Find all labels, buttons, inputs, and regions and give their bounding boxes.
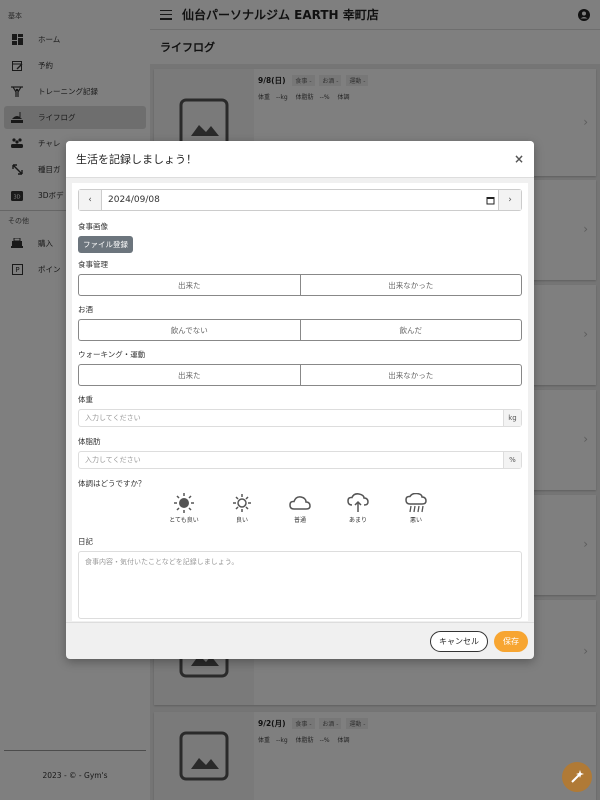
sun-filled-icon — [174, 493, 194, 513]
body-fat-label: 体脂肪 — [78, 437, 101, 446]
next-date-button[interactable]: › — [498, 190, 521, 210]
condition-bad[interactable]: 悪い — [387, 493, 445, 524]
body-fat-unit: % — [503, 452, 521, 468]
close-icon[interactable]: × — [514, 152, 524, 166]
exercise-not-done-option[interactable]: 出来なかった — [299, 364, 522, 386]
modal-footer: キャンセル 保存 — [66, 622, 534, 659]
sun-outline-icon — [233, 493, 251, 513]
record-life-modal: 生活を記録しましょう！ × ‹ 2024/09/08 › 食事画像 ファイル登録… — [66, 141, 534, 659]
exercise-done-option[interactable]: 出来た — [78, 364, 300, 386]
cloud-drizzle-icon — [347, 493, 369, 513]
date-input[interactable]: 2024/09/08 — [102, 190, 482, 210]
modal-header: 生活を記録しましょう！ × — [66, 141, 534, 178]
condition-label: 良い — [235, 517, 248, 524]
condition-label: とても良い — [169, 517, 199, 524]
cloud-icon — [289, 493, 311, 513]
modal-title: 生活を記録しましょう！ — [76, 153, 197, 166]
add-log-button[interactable] — [562, 762, 592, 792]
weight-field: 入力してください kg — [78, 409, 522, 427]
condition-not-great[interactable]: あまり — [329, 493, 387, 524]
meal-image-label: 食事画像 — [78, 222, 108, 231]
weight-label: 体重 — [78, 395, 93, 404]
diary-label: 日記 — [78, 537, 93, 546]
condition-label: 悪い — [409, 517, 422, 524]
meal-done-option[interactable]: 出来た — [78, 274, 300, 296]
prev-date-button[interactable]: ‹ — [79, 190, 102, 210]
condition-good[interactable]: 良い — [213, 493, 271, 524]
alcohol-label: お酒 — [78, 305, 93, 314]
save-button[interactable]: 保存 — [494, 630, 528, 652]
condition-question: 体調はどうですか？ — [78, 479, 146, 488]
body-fat-input[interactable]: 入力してください — [79, 452, 503, 468]
condition-very-good[interactable]: とても良い — [155, 493, 213, 524]
diary-textarea[interactable]: 食事内容・気付いたことなどを記録しましょう。 — [78, 551, 522, 619]
condition-label: あまり — [348, 517, 367, 524]
file-upload-button[interactable]: ファイル登録 — [78, 236, 133, 253]
meal-toggle: 出来た 出来なかった — [78, 274, 522, 296]
condition-normal[interactable]: 普通 — [271, 493, 329, 524]
condition-selector: とても良い 良い 普通 あまり 悪い — [78, 493, 522, 524]
alcohol-yes-option[interactable]: 飲んだ — [299, 319, 522, 341]
magic-wand-icon — [571, 770, 584, 783]
calendar-icon[interactable] — [482, 190, 498, 210]
weight-input[interactable]: 入力してください — [79, 410, 503, 426]
cancel-button[interactable]: キャンセル — [430, 630, 488, 652]
alcohol-toggle: 飲んでない 飲んだ — [78, 319, 522, 341]
modal-body: ‹ 2024/09/08 › 食事画像 ファイル登録 食事管理 出来た 出来なか… — [72, 183, 528, 621]
cloud-rain-icon — [405, 493, 427, 513]
weight-unit: kg — [503, 410, 521, 426]
body-fat-field: 入力してください % — [78, 451, 522, 469]
walking-exercise-label: ウォーキング・運動 — [78, 350, 146, 359]
meal-not-done-option[interactable]: 出来なかった — [299, 274, 522, 296]
condition-label: 普通 — [293, 517, 306, 524]
alcohol-no-option[interactable]: 飲んでない — [78, 319, 300, 341]
exercise-toggle: 出来た 出来なかった — [78, 364, 522, 386]
meal-management-label: 食事管理 — [78, 260, 108, 269]
date-selector: ‹ 2024/09/08 › — [78, 189, 522, 211]
